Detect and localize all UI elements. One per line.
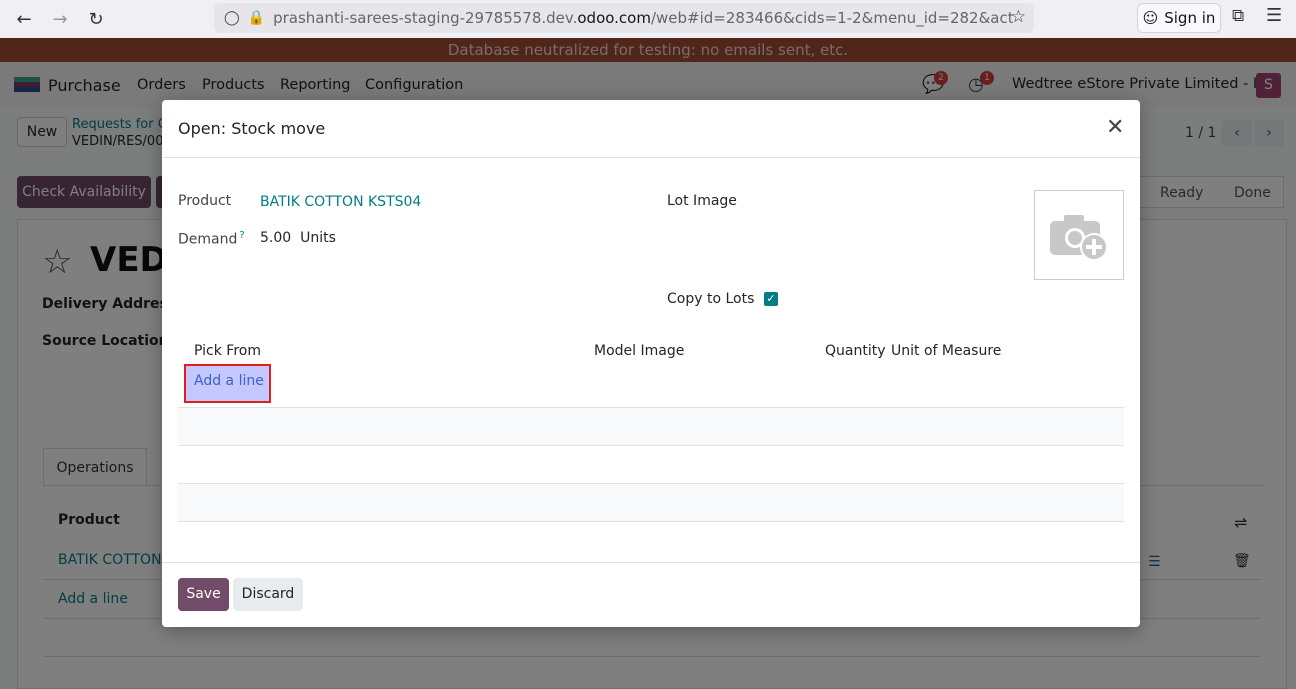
sign-in-label: Sign in [1164,9,1216,27]
column-pick-from: Pick From [194,343,261,359]
table-row-divider [178,521,1124,522]
column-model-image: Model Image [594,343,685,359]
discard-button[interactable]: Discard [233,578,303,611]
camera-plus-icon [1050,215,1108,261]
modal-footer-divider [162,562,1140,563]
sign-in-button[interactable]: ☺ Sign in [1137,3,1221,33]
product-value-link[interactable]: BATIK COTTON KSTS04 [260,194,421,210]
modal-header: Open: Stock move ✕ [162,100,1140,158]
add-a-line-label: Add a line [194,373,264,389]
bookmark-star-icon[interactable]: ☆ [1011,7,1026,27]
extensions-icon[interactable]: ⧉ [1232,6,1244,26]
url-text: prashanti-sarees-staging-29785578.dev.od… [273,9,1014,27]
lock-icon: 🔒 [247,10,266,26]
close-icon[interactable]: ✕ [1106,116,1124,140]
forward-arrow-icon[interactable]: → [42,4,78,34]
account-icon: ☺ [1142,9,1159,27]
demand-value: 5.00 Units [260,230,336,246]
browser-toolbar: ← → ↻ ◯ 🔒 prashanti-sarees-staging-29785… [0,0,1296,38]
table-row-empty [178,484,1124,521]
lot-image-upload[interactable] [1034,190,1124,280]
add-a-line-link[interactable]: Add a line [184,364,271,403]
column-quantity: Quantity [825,343,886,359]
modal-title: Open: Stock move [178,119,326,138]
copy-to-lots-label: Copy to Lots [667,291,755,307]
save-button[interactable]: Save [178,578,229,611]
shield-icon: ◯ [224,10,240,26]
back-arrow-icon[interactable]: ← [6,4,42,34]
reload-icon[interactable]: ↻ [78,4,114,34]
column-unit-of-measure: Unit of Measure [891,343,1002,359]
stock-move-dialog: Open: Stock move ✕ Product BATIK COTTON … [162,100,1140,627]
table-row-empty [178,408,1124,445]
product-label: Product [178,193,232,209]
demand-label: Demand? [178,230,245,248]
url-bar[interactable]: ◯ 🔒 prashanti-sarees-staging-29785578.de… [214,3,1034,33]
copy-to-lots-checkbox[interactable]: ✓ [764,292,778,306]
help-tooltip-icon[interactable]: ? [239,230,244,241]
hamburger-menu-icon[interactable]: ☰ [1266,5,1282,26]
lot-image-label: Lot Image [667,193,737,209]
table-row-divider [178,445,1124,446]
